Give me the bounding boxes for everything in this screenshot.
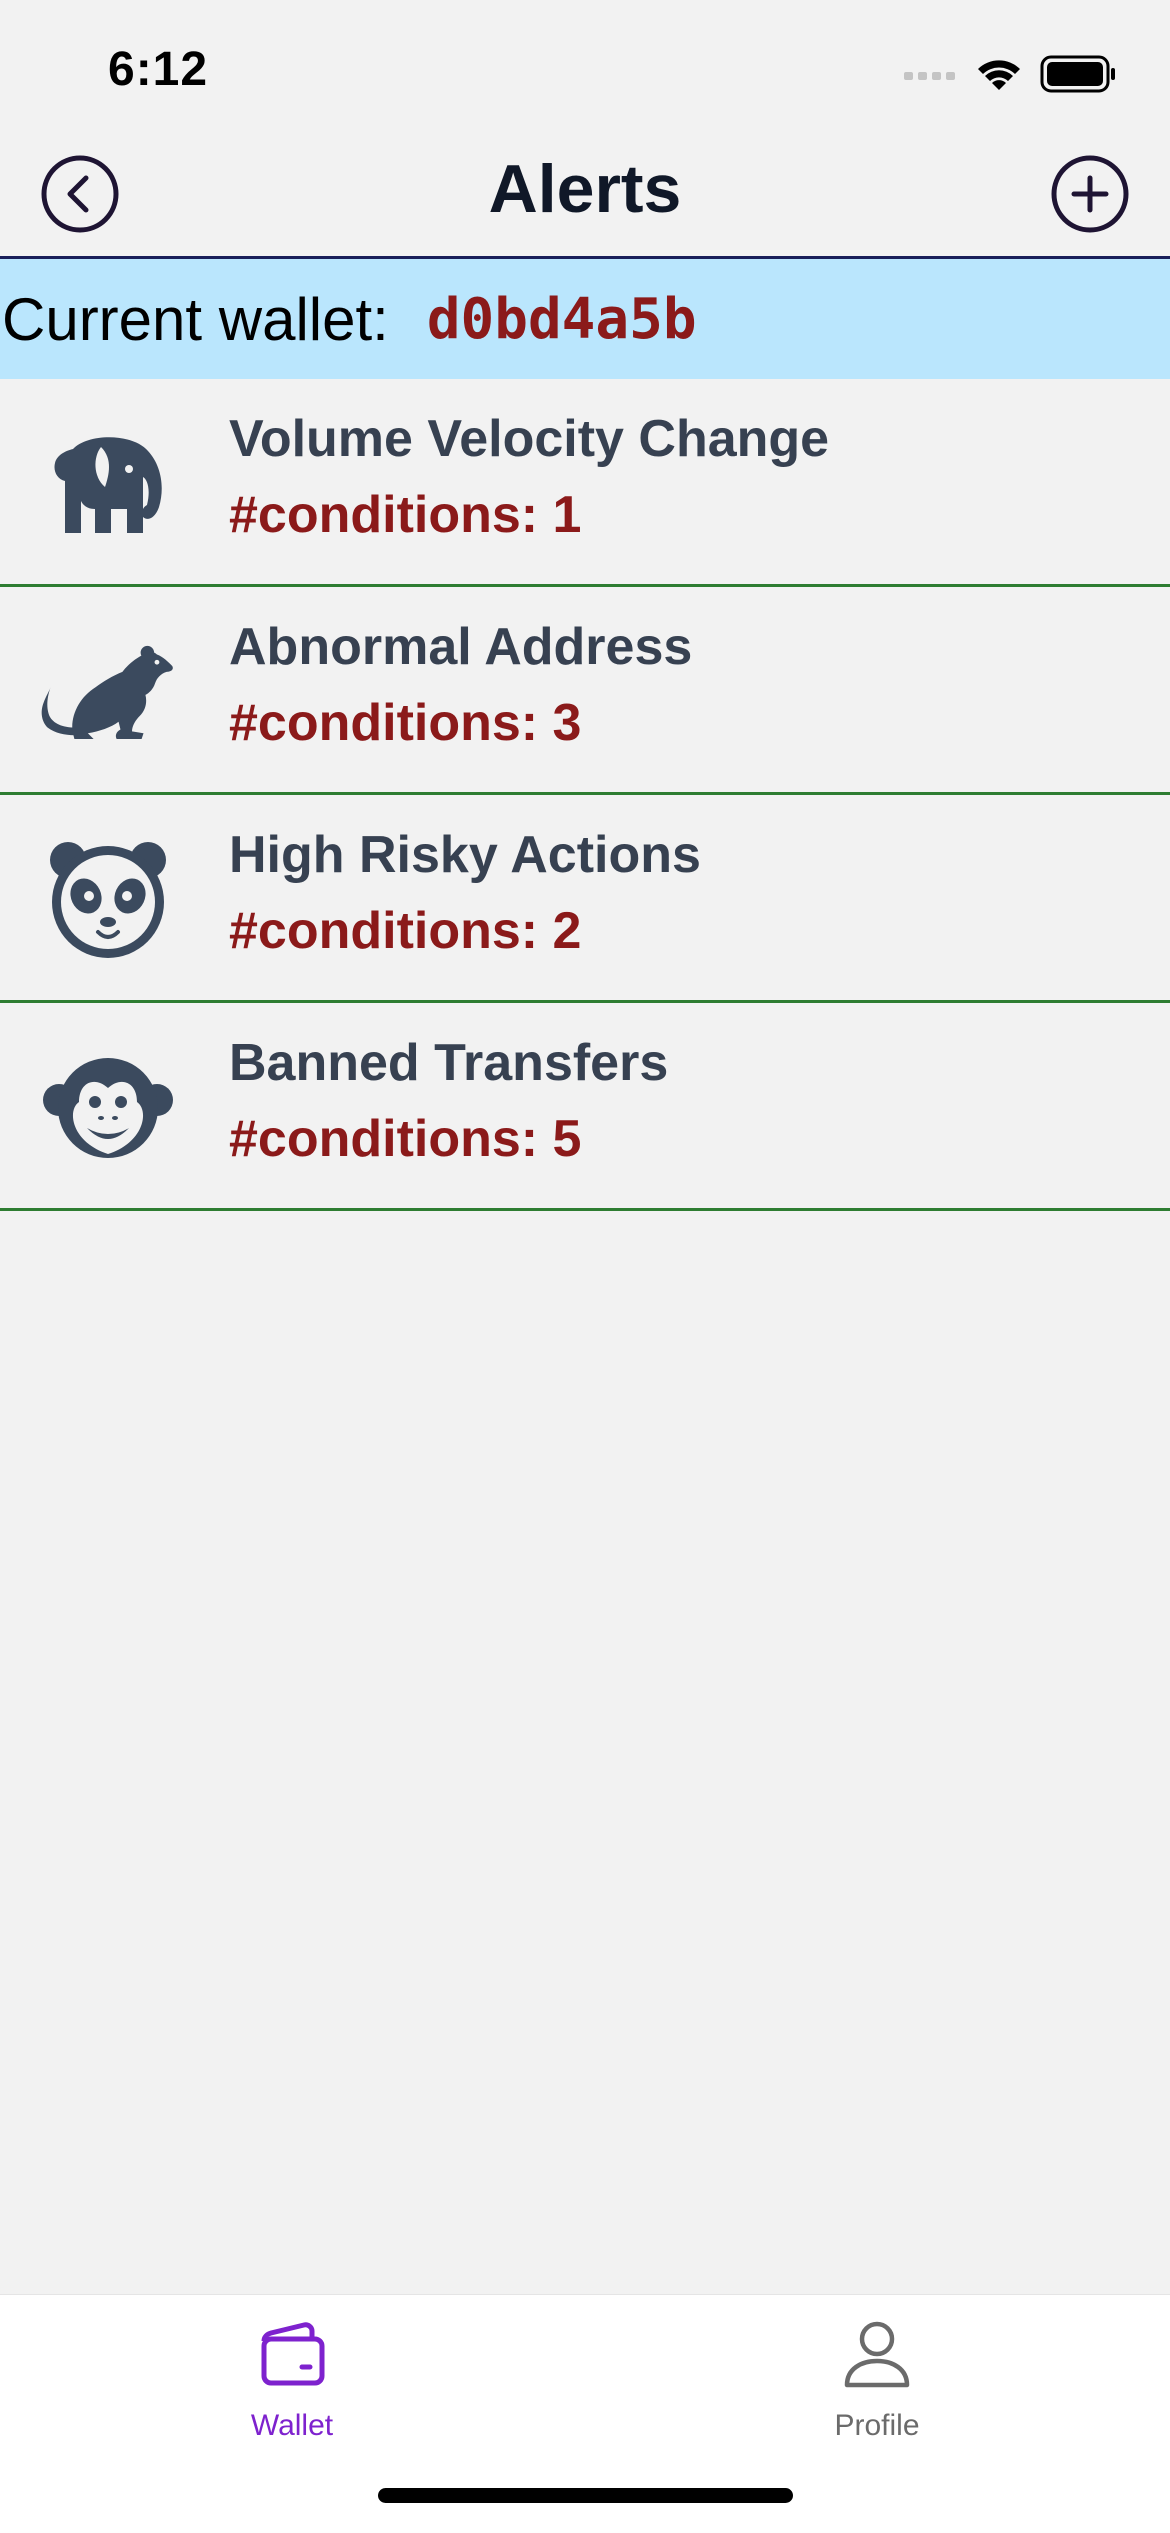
alert-name: Abnormal Address bbox=[229, 618, 693, 676]
alert-name: Volume Velocity Change bbox=[229, 410, 830, 468]
status-icons bbox=[904, 52, 1116, 96]
person-icon bbox=[844, 2321, 910, 2388]
plus-circle-icon bbox=[1051, 155, 1129, 233]
alerts-list: Volume Velocity Change #conditions: 1 Ab… bbox=[0, 379, 1170, 1211]
battery-icon bbox=[1040, 55, 1115, 93]
tab-wallet-label: Wallet bbox=[250, 2409, 334, 2442]
status-bar: 6:12 bbox=[0, 0, 1170, 140]
alert-conditions-count: #conditions: 2 bbox=[229, 902, 582, 960]
tab-profile[interactable]: Profile bbox=[727, 2315, 1027, 2443]
home-indicator bbox=[378, 2488, 793, 2503]
add-alert-button[interactable] bbox=[1050, 154, 1130, 234]
wifi-icon bbox=[978, 60, 1020, 90]
monkey-icon bbox=[36, 1043, 180, 1173]
tab-wallet[interactable]: Wallet bbox=[142, 2315, 442, 2443]
alert-item-abnormal-address[interactable]: Abnormal Address #conditions: 3 bbox=[0, 587, 1170, 795]
tab-profile-label: Profile bbox=[834, 2409, 920, 2442]
alert-item-high-risky-actions[interactable]: High Risky Actions #conditions: 2 bbox=[0, 795, 1170, 1003]
current-wallet-label: Current wallet: bbox=[2, 285, 389, 353]
alert-name: Banned Transfers bbox=[229, 1034, 669, 1092]
alert-conditions-count: #conditions: 3 bbox=[229, 694, 582, 752]
status-time: 6:12 bbox=[108, 43, 209, 96]
header: Alerts bbox=[0, 140, 1170, 259]
alert-item-banned-transfers[interactable]: Banned Transfers #conditions: 5 bbox=[0, 1003, 1170, 1211]
page-title: Alerts bbox=[488, 151, 682, 227]
current-wallet-value: d0bd4a5b bbox=[426, 286, 697, 352]
current-wallet-banner: Current wallet: d0bd4a5b bbox=[0, 259, 1170, 379]
cellular-signal-icon bbox=[904, 72, 955, 80]
wallet-icon bbox=[261, 2322, 325, 2386]
alert-name: High Risky Actions bbox=[229, 826, 701, 884]
alert-conditions-count: #conditions: 1 bbox=[229, 486, 582, 544]
alert-item-volume-velocity-change[interactable]: Volume Velocity Change #conditions: 1 bbox=[0, 379, 1170, 587]
panda-icon bbox=[36, 835, 180, 965]
alert-conditions-count: #conditions: 5 bbox=[229, 1110, 582, 1168]
rat-icon bbox=[36, 627, 180, 757]
elephant-icon bbox=[36, 419, 180, 549]
